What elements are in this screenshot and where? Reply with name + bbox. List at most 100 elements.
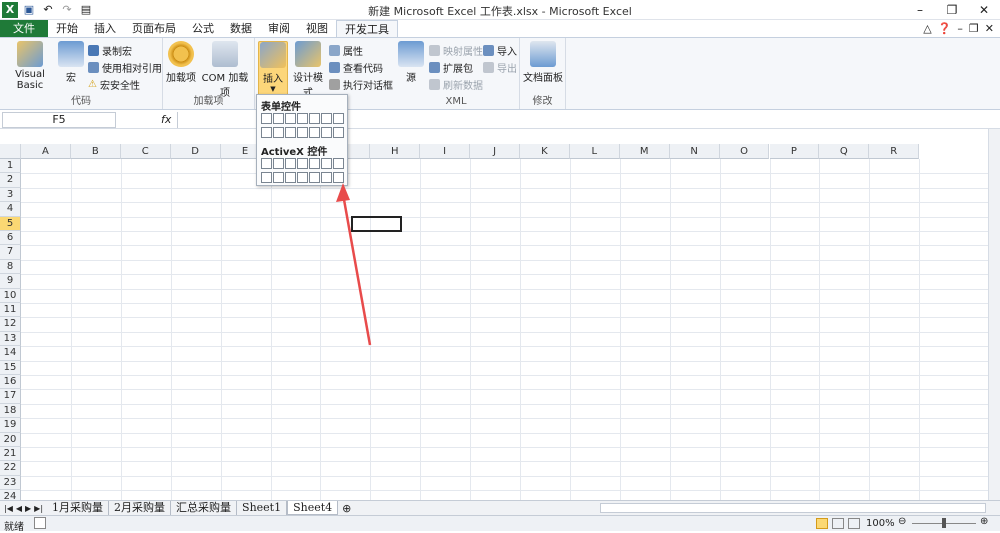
activex-control-icon[interactable] (297, 158, 308, 169)
first-sheet-icon[interactable]: |◀ (4, 504, 13, 513)
map-properties-button[interactable]: 映射属性 (429, 43, 483, 58)
row-header[interactable]: 24 (0, 490, 21, 500)
refresh-data-button[interactable]: 刷新数据 (429, 77, 483, 92)
form-control-icon[interactable] (333, 127, 344, 138)
row-header[interactable]: 4 (0, 202, 21, 217)
activex-control-icon[interactable] (309, 158, 320, 169)
activex-control-icon[interactable] (285, 172, 296, 183)
activex-control-icon[interactable] (261, 158, 272, 169)
row-header[interactable]: 18 (0, 403, 21, 419)
workbook-restore-icon[interactable]: ❐ (969, 22, 979, 35)
name-box[interactable]: F5 (2, 112, 116, 128)
column-header[interactable]: N (669, 144, 720, 159)
close-icon[interactable]: ✕ (968, 0, 1000, 20)
form-control-icon[interactable] (273, 113, 284, 124)
run-dialog-button[interactable]: 执行对话框 (329, 77, 393, 92)
form-control-icon[interactable] (285, 127, 296, 138)
xml-source-button[interactable]: 源 (398, 41, 424, 84)
help-icon[interactable]: ❓ (938, 22, 952, 35)
form-control-icon[interactable] (297, 127, 308, 138)
form-control-icon[interactable] (285, 113, 296, 124)
column-header[interactable]: A (21, 144, 71, 159)
row-header[interactable]: 19 (0, 418, 21, 433)
zoom-slider-thumb[interactable] (942, 518, 946, 528)
horizontal-scrollbar[interactable] (600, 503, 986, 513)
form-control-icon[interactable] (309, 113, 320, 124)
tab-view[interactable]: 视图 (298, 20, 336, 38)
import-button[interactable]: 导入 (483, 43, 517, 58)
row-header[interactable]: 9 (0, 274, 21, 289)
column-header[interactable]: P (769, 144, 820, 159)
workbook-close-icon[interactable]: ✕ (985, 22, 994, 35)
sheet-tab-active[interactable]: Sheet4 (287, 501, 339, 515)
activex-control-icon[interactable] (273, 172, 284, 183)
zoom-in-icon[interactable]: ⊕ (980, 516, 988, 527)
form-control-icon[interactable] (261, 113, 272, 124)
sheet-tab[interactable]: Sheet1 (237, 501, 288, 515)
tab-developer[interactable]: 开发工具 (336, 20, 398, 38)
properties-button[interactable]: 属性 (329, 43, 363, 58)
row-header[interactable]: 1 (0, 159, 21, 174)
tab-insert[interactable]: 插入 (86, 20, 124, 38)
activex-control-icon[interactable] (333, 158, 344, 169)
visual-basic-button[interactable]: Visual Basic (3, 41, 57, 91)
prev-sheet-icon[interactable]: ◀ (16, 504, 22, 513)
macro-record-icon[interactable] (34, 517, 46, 529)
addins-button[interactable]: 加载项 (166, 41, 196, 84)
tab-review[interactable]: 审阅 (260, 20, 298, 38)
normal-view-icon[interactable] (816, 518, 828, 529)
next-sheet-icon[interactable]: ▶ (25, 504, 31, 513)
row-header[interactable]: 21 (0, 447, 21, 462)
column-header[interactable]: B (70, 144, 121, 159)
activex-control-icon[interactable] (261, 172, 272, 183)
form-control-icon[interactable] (309, 127, 320, 138)
page-break-view-icon[interactable] (848, 518, 860, 529)
column-header[interactable]: R (869, 144, 920, 159)
row-header[interactable]: 13 (0, 331, 21, 347)
workbook-minimize-icon[interactable]: – (957, 22, 963, 35)
tab-page-layout[interactable]: 页面布局 (124, 20, 184, 38)
row-header[interactable]: 6 (0, 231, 21, 246)
column-header[interactable]: J (470, 144, 520, 159)
minimize-icon[interactable]: – (904, 0, 936, 20)
sheet-tab[interactable]: 2月采购量 (109, 501, 172, 515)
activex-control-icon[interactable] (285, 158, 296, 169)
row-header[interactable]: 8 (0, 259, 21, 275)
row-header[interactable]: 14 (0, 346, 21, 361)
form-control-icon[interactable] (321, 127, 332, 138)
row-header[interactable]: 23 (0, 475, 21, 491)
insert-control-button[interactable]: 插入 ▼ (258, 41, 288, 97)
function-icon[interactable]: fx (161, 113, 171, 126)
activex-control-icon[interactable] (309, 172, 320, 183)
macro-security-button[interactable]: ⚠ 宏安全性 (88, 77, 140, 92)
form-control-icon[interactable] (333, 113, 344, 124)
row-header[interactable]: 12 (0, 317, 21, 332)
sheet-tab[interactable]: 1月采购量 (47, 501, 110, 515)
zoom-out-icon[interactable]: ⊖ (898, 516, 906, 527)
com-addins-button[interactable]: COM 加载项 (198, 41, 252, 99)
export-button[interactable]: 导出 (483, 60, 517, 75)
row-header[interactable]: 3 (0, 187, 21, 203)
document-panel-button[interactable]: 文档面板 (523, 41, 563, 84)
row-header[interactable]: 11 (0, 303, 21, 318)
row-header[interactable]: 20 (0, 432, 21, 447)
column-header[interactable]: Q (819, 144, 870, 159)
column-header[interactable]: O (719, 144, 770, 159)
tab-data[interactable]: 数据 (222, 20, 260, 38)
tab-formulas[interactable]: 公式 (184, 20, 222, 38)
vertical-scrollbar[interactable] (988, 129, 1000, 500)
page-layout-view-icon[interactable] (832, 518, 844, 529)
select-all-corner[interactable] (0, 144, 21, 159)
form-control-icon[interactable] (261, 127, 272, 138)
relative-reference-button[interactable]: 使用相对引用 (88, 60, 162, 75)
column-header[interactable]: L (569, 144, 620, 159)
column-header[interactable]: H (370, 144, 421, 159)
tab-file[interactable]: 文件 (0, 20, 48, 38)
activex-control-icon[interactable] (321, 158, 332, 169)
row-header[interactable]: 15 (0, 360, 21, 375)
column-header[interactable]: C (120, 144, 171, 159)
new-sheet-icon[interactable]: ⊕ (338, 502, 355, 515)
collapse-ribbon-icon[interactable]: △ (923, 22, 931, 35)
spreadsheet-grid[interactable]: ABCDEFGHIJKLMNOPQR 123456789101112131415… (0, 144, 988, 500)
row-header[interactable]: 22 (0, 461, 21, 476)
